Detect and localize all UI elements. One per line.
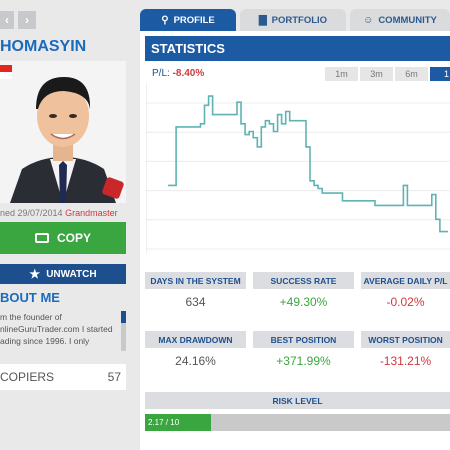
tab-label: COMMUNITY (378, 14, 437, 26)
about-title: BOUT ME (0, 290, 60, 305)
range-selector: 1m 3m 6m 1 (325, 67, 450, 81)
unwatch-button[interactable]: ★ UNWATCH (0, 264, 126, 284)
next-arrow-icon[interactable]: › (18, 11, 36, 29)
about-scrollbar[interactable] (121, 311, 126, 351)
copiers-label: COPIERS (0, 370, 55, 384)
profile-sidebar: ‹ › HOMASYIN ned 29/07/2014 Grandmaster (0, 0, 128, 450)
stat-label: WORST POSITION (361, 331, 450, 348)
pl-chart (146, 83, 450, 253)
about-text: m the founder of nlineGuruTrader.com I s… (0, 312, 113, 346)
copiers-count: 57 (107, 370, 121, 384)
stat-worst-position: WORST POSITION -131.21% (361, 331, 450, 373)
statistics-title: STATISTICS (145, 36, 450, 61)
copy-icon (34, 233, 49, 243)
tab-label: PORTFOLIO (271, 14, 328, 26)
country-flag-icon (0, 65, 12, 79)
range-tab[interactable]: 6m (395, 67, 428, 81)
bar-chart-icon: ▇ (258, 14, 267, 26)
trader-profile-page: ‹ › HOMASYIN ned 29/07/2014 Grandmaster (0, 0, 450, 450)
people-icon: ☺ (363, 14, 374, 26)
tab-profile[interactable]: ⚲ PROFILE (140, 9, 236, 31)
profile-nav: ‹ › (0, 11, 36, 29)
risk-level-label: RISK LEVEL (145, 392, 450, 409)
risk-level-fill: 2.17 / 10 (145, 414, 211, 431)
copy-button[interactable]: COPY (0, 222, 126, 254)
stat-success-rate: SUCCESS RATE +49.30% (253, 272, 354, 314)
profile-tabs: ⚲ PROFILE ▇ PORTFOLIO ☺ COMMUNITY (140, 9, 450, 31)
stat-best-position: BEST POSITION +371.99% (253, 331, 354, 373)
range-tab[interactable]: 3m (360, 67, 393, 81)
copiers-row: COPIERS 57 (0, 364, 126, 390)
range-tab[interactable]: 1m (325, 67, 358, 81)
stat-average-daily-pl: AVERAGE DAILY P/L -0.02% (361, 272, 450, 314)
username: HOMASYIN (0, 38, 87, 55)
copy-button-label: COPY (56, 231, 91, 245)
stat-value: -131.21% (379, 353, 432, 368)
stat-label: MAX DRAWDOWN (145, 331, 246, 348)
joined-text: ned 29/07/2014 (0, 208, 63, 218)
previous-arrow-icon[interactable]: ‹ (0, 11, 14, 29)
tab-portfolio[interactable]: ▇ PORTFOLIO (240, 9, 346, 31)
avatar (0, 61, 126, 203)
unwatch-button-label: UNWATCH (46, 268, 97, 280)
pl-value: -8.40% (172, 68, 205, 79)
pl-label: P/L: (152, 68, 170, 79)
stat-days-in-system: DAYS IN THE SYSTEM 634 (145, 272, 246, 314)
stat-value: +371.99% (276, 353, 331, 368)
tie-icon: ⚲ (161, 14, 169, 26)
range-tab[interactable]: 1 (430, 67, 450, 81)
stat-label: DAYS IN THE SYSTEM (145, 272, 246, 289)
stat-label: AVERAGE DAILY P/L (361, 272, 450, 289)
stat-label: BEST POSITION (253, 331, 354, 348)
joined-date: ned 29/07/2014 Grandmaster (0, 208, 118, 218)
risk-level-bar: 2.17 / 10 (145, 414, 450, 431)
pl-summary: P/L: -8.40% (152, 68, 204, 79)
tab-label: PROFILE (173, 14, 215, 26)
tab-community[interactable]: ☺ COMMUNITY (350, 9, 450, 31)
statistics-panel: STATISTICS P/L: -8.40% 1m 3m 6m 1 DAYS I… (140, 31, 450, 450)
stat-value: 24.16% (175, 353, 216, 368)
stat-value: -0.02% (386, 294, 425, 309)
stat-label: SUCCESS RATE (253, 272, 354, 289)
rank-label: Grandmaster (65, 208, 118, 218)
star-icon: ★ (29, 267, 41, 281)
pl-series-line (168, 95, 448, 233)
stat-value: +49.30% (279, 294, 328, 309)
stat-max-drawdown: MAX DRAWDOWN 24.16% (145, 331, 246, 373)
stat-value: 634 (185, 294, 206, 309)
